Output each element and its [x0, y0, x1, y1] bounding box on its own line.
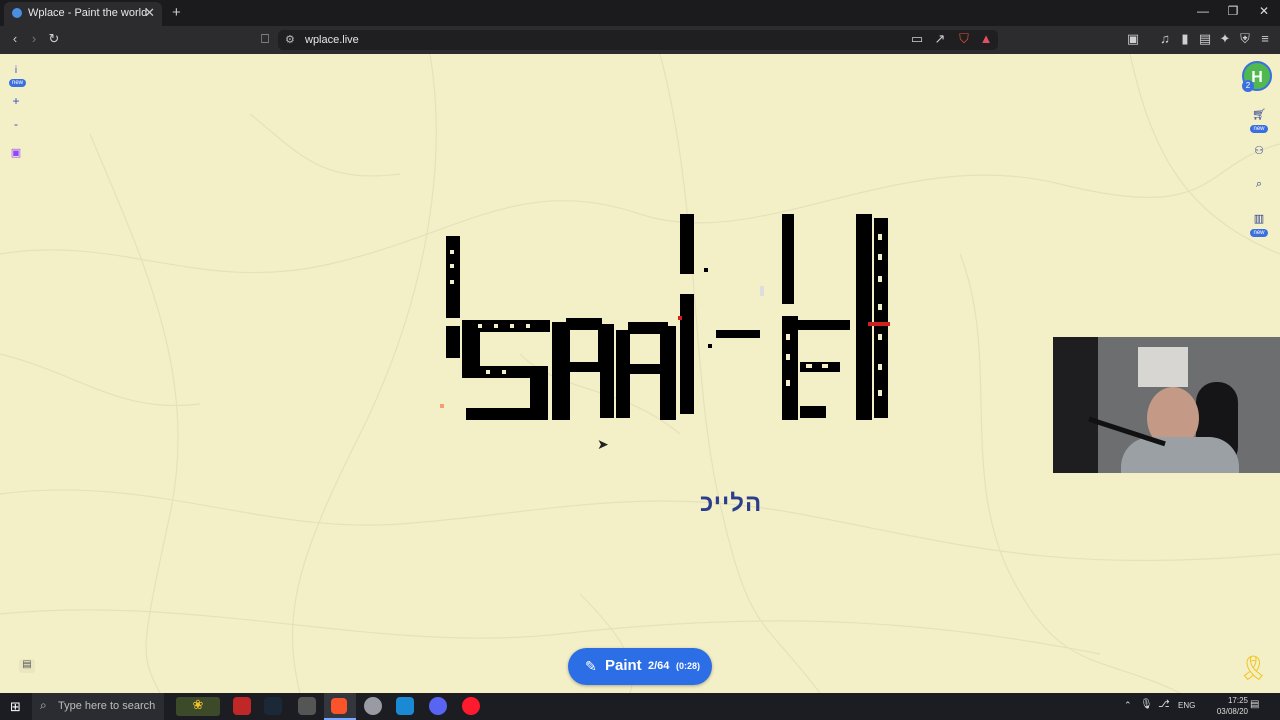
address-bar[interactable]: ⚙ wplace.live: [278, 30, 998, 50]
paint-button[interactable]: ✎ Paint 2/64 (0:28): [568, 648, 712, 685]
info-button[interactable]: i new: [9, 65, 27, 87]
brave-shield-icon[interactable]: ⛉: [955, 31, 973, 47]
menu-icon[interactable]: ≡: [1256, 31, 1274, 46]
new-tab-button[interactable]: +: [172, 4, 181, 21]
brave-icon: [331, 698, 347, 714]
bookmark-icon[interactable]: ⎕: [256, 31, 274, 47]
app-icon-3[interactable]: [298, 697, 316, 715]
browser-toolbar: ‹ › ↻ ⎕ ⚙ wplace.live ▭ ↗ ⛉ ▲ ▣ ♫ ▮ ▤ ✦ …: [0, 26, 1280, 54]
search-placeholder: Type here to search: [58, 700, 156, 712]
cast-icon[interactable]: ▭: [908, 31, 926, 47]
vpn-icon[interactable]: ⛨: [1236, 31, 1254, 47]
app-icon-1[interactable]: [233, 697, 251, 715]
steam-icon[interactable]: [264, 697, 282, 715]
clock-time: 17:25: [1227, 696, 1248, 705]
alliance-icon[interactable]: ⚇: [1249, 144, 1269, 157]
discord-icon[interactable]: [429, 697, 447, 715]
tab-title: Wplace - Paint the world: [28, 7, 148, 19]
language-indicator[interactable]: ENG: [1178, 701, 1195, 710]
music-icon[interactable]: ♫: [1156, 31, 1174, 46]
browser-tab-bar: Wplace - Paint the world ✕ + — ❐ ✕: [0, 0, 1280, 26]
windows-start-icon[interactable]: ⊞: [10, 699, 21, 715]
brave-rewards-icon[interactable]: ▲: [977, 31, 995, 46]
paint-charges: 2/64: [648, 660, 670, 672]
zoom-in-button[interactable]: +: [9, 94, 23, 108]
search-map-icon[interactable]: ⌕: [1249, 178, 1269, 191]
tray-chevron-icon[interactable]: ⌃: [1124, 700, 1132, 711]
map-text-label: הלייכ: [700, 490, 763, 517]
webcam-overlay: [1053, 337, 1280, 473]
app-icon-5[interactable]: [364, 697, 382, 715]
close-window-button[interactable]: ✕: [1254, 4, 1274, 18]
ribbon-icon: 🎗︎: [1238, 655, 1269, 682]
news-widget-icon[interactable]: ❀: [176, 697, 220, 716]
maximize-button[interactable]: ❐: [1223, 4, 1243, 18]
globe-icon: [12, 8, 22, 18]
store-button[interactable]: 🛒︎ new: [1249, 108, 1269, 133]
wallet-icon[interactable]: ▤: [1196, 31, 1214, 47]
avatar-level-badge: 2: [1242, 80, 1254, 92]
cart-icon: 🛒︎: [1252, 109, 1266, 121]
leaderboard-icon: ▥: [1253, 213, 1265, 225]
leaderboard-new-badge: new: [1250, 229, 1268, 237]
app-icon-6[interactable]: [396, 697, 414, 715]
store-new-badge: new: [1250, 125, 1268, 133]
taskbar-search[interactable]: ⌕ Type here to search: [32, 693, 164, 720]
sidebar-icon[interactable]: ▣: [1124, 31, 1142, 47]
site-settings-icon[interactable]: ⚙: [285, 33, 295, 46]
mouse-cursor-icon: ➤: [597, 436, 609, 452]
info-new-badge: new: [9, 79, 27, 87]
opera-icon[interactable]: [462, 697, 480, 715]
zoom-out-button[interactable]: -: [9, 117, 23, 131]
reader-icon[interactable]: ▮: [1176, 31, 1194, 47]
forward-icon[interactable]: ›: [25, 31, 43, 46]
minimize-button[interactable]: —: [1193, 4, 1213, 18]
clock-date: 03/08/20: [1216, 707, 1248, 716]
twitch-icon[interactable]: ▣: [9, 146, 23, 159]
share-icon[interactable]: ↗: [931, 31, 949, 47]
taskbar-clock[interactable]: 17:25 03/08/20: [1217, 695, 1248, 717]
back-icon[interactable]: ‹: [6, 31, 24, 46]
notifications-icon[interactable]: ▤: [1250, 699, 1259, 710]
tab-wplace[interactable]: Wplace - Paint the world ✕: [4, 2, 162, 26]
url-text: wplace.live: [305, 34, 359, 46]
windows-taskbar: ⊞ ⌕ Type here to search ❀ ⌃ 🎙︎ ⎇ ENG 17:…: [0, 693, 1280, 720]
paint-label: Paint: [605, 657, 642, 674]
paint-timer: (0:28): [676, 661, 701, 671]
ai-icon[interactable]: ✦: [1216, 31, 1234, 47]
search-icon: ⌕: [40, 698, 47, 712]
microphone-icon[interactable]: 🎙︎: [1140, 699, 1153, 710]
network-icon[interactable]: ⎇: [1158, 699, 1170, 710]
close-tab-icon[interactable]: ✕: [144, 5, 155, 21]
info-icon: i: [14, 65, 18, 76]
leaderboard-button[interactable]: ▥ new: [1249, 212, 1269, 237]
layers-icon[interactable]: ▤: [19, 659, 35, 673]
brush-icon: ✎: [585, 658, 597, 674]
reload-icon[interactable]: ↻: [45, 31, 63, 47]
